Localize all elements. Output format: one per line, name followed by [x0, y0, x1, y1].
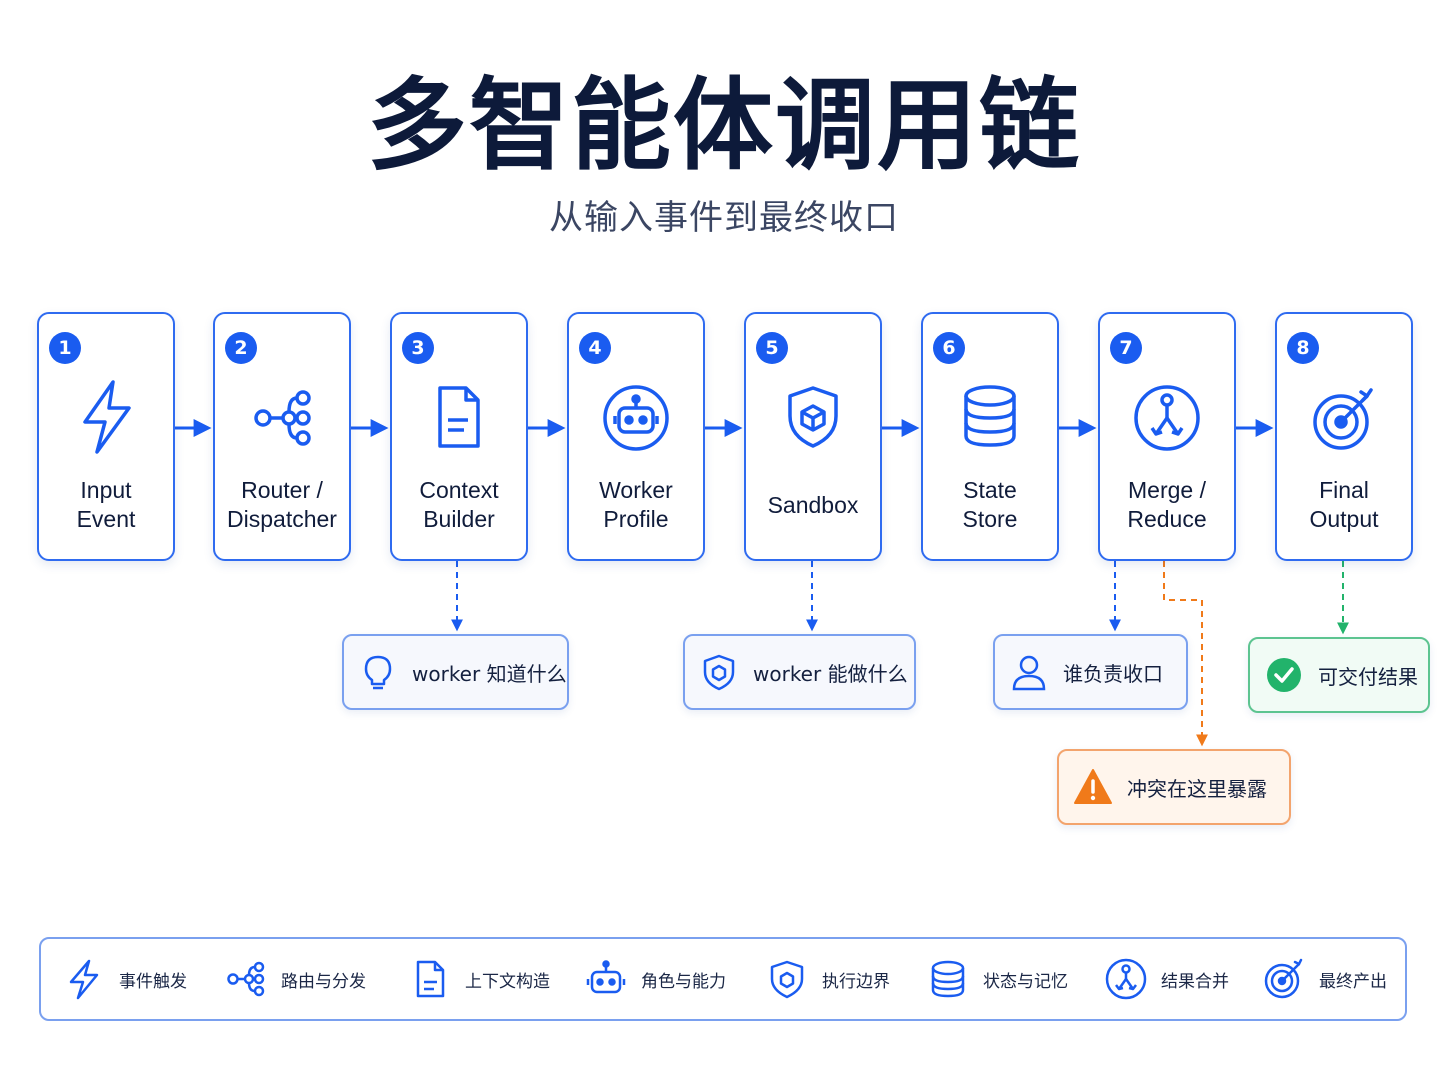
- network-icon: [249, 376, 315, 456]
- document-icon: [426, 376, 492, 456]
- step-card-worker-profile[interactable]: 4 Worker Profile: [567, 312, 705, 561]
- step-card-merge-reduce[interactable]: 7 Merge / Reduce: [1098, 312, 1236, 561]
- legend-item: 事件触发: [63, 939, 187, 1019]
- shield-icon: [766, 958, 808, 1000]
- step-number-badge: 8: [1287, 332, 1319, 364]
- step-card-input-event[interactable]: 1 Input Event: [37, 312, 175, 561]
- user-icon: [1009, 652, 1049, 692]
- step-label: Input Event: [76, 477, 136, 532]
- note-worker-knows: worker 知道什么: [342, 634, 569, 710]
- legend-item: 上下文构造: [409, 939, 550, 1019]
- robot-icon: [603, 376, 669, 456]
- step-card-router[interactable]: 2 Router / Dispatcher: [213, 312, 351, 561]
- step-number-badge: 4: [579, 332, 611, 364]
- target-icon: [1263, 958, 1305, 1000]
- merge-icon: [1134, 376, 1200, 456]
- warning-icon: [1073, 767, 1113, 807]
- legend-bar: 事件触发 路由与分发 上下文构造 角色与能力 执行边界 状态与记忆 结果合并 最…: [39, 937, 1407, 1021]
- merge-icon: [1105, 958, 1147, 1000]
- step-label: Router / Dispatcher: [227, 477, 337, 532]
- legend-item: 执行边界: [766, 939, 890, 1019]
- step-label: Worker Profile: [599, 477, 673, 532]
- note-who-closes: 谁负责收口: [993, 634, 1188, 710]
- step-number-badge: 6: [933, 332, 965, 364]
- shield-icon: [699, 652, 739, 692]
- target-icon: [1311, 376, 1377, 456]
- legend-item: 路由与分发: [225, 939, 366, 1019]
- step-number-badge: 5: [756, 332, 788, 364]
- step-card-sandbox[interactable]: 5 Sandbox: [744, 312, 882, 561]
- step-label: Merge / Reduce: [1127, 477, 1207, 532]
- note-worker-can-do: worker 能做什么: [683, 634, 916, 710]
- document-icon: [409, 958, 451, 1000]
- robot-icon: [585, 958, 627, 1000]
- step-number-badge: 7: [1110, 332, 1142, 364]
- step-label: Context Builder: [419, 477, 499, 532]
- step-card-context-builder[interactable]: 3 Context Builder: [390, 312, 528, 561]
- network-icon: [225, 958, 267, 1000]
- database-icon: [927, 958, 969, 1000]
- note-deliverable: 可交付结果: [1248, 637, 1430, 713]
- legend-item: 角色与能力: [585, 939, 726, 1019]
- lightbulb-icon: [358, 652, 398, 692]
- database-icon: [957, 376, 1023, 456]
- step-card-state-store[interactable]: 6 State Store: [921, 312, 1059, 561]
- note-conflict: 冲突在这里暴露: [1057, 749, 1291, 825]
- step-number-badge: 1: [49, 332, 81, 364]
- check-circle-icon: [1264, 655, 1304, 695]
- lightning-icon: [73, 376, 139, 456]
- lightning-icon: [63, 958, 105, 1000]
- step-number-badge: 3: [402, 332, 434, 364]
- shield-cube-icon: [780, 376, 846, 456]
- legend-item: 状态与记忆: [927, 939, 1068, 1019]
- step-label: Sandbox: [767, 491, 859, 518]
- step-number-badge: 2: [225, 332, 257, 364]
- step-label: Final Output: [1309, 477, 1379, 532]
- step-label: State Store: [962, 477, 1018, 532]
- legend-item: 最终产出: [1263, 939, 1387, 1019]
- step-card-final-output[interactable]: 8 Final Output: [1275, 312, 1413, 561]
- legend-item: 结果合并: [1105, 939, 1229, 1019]
